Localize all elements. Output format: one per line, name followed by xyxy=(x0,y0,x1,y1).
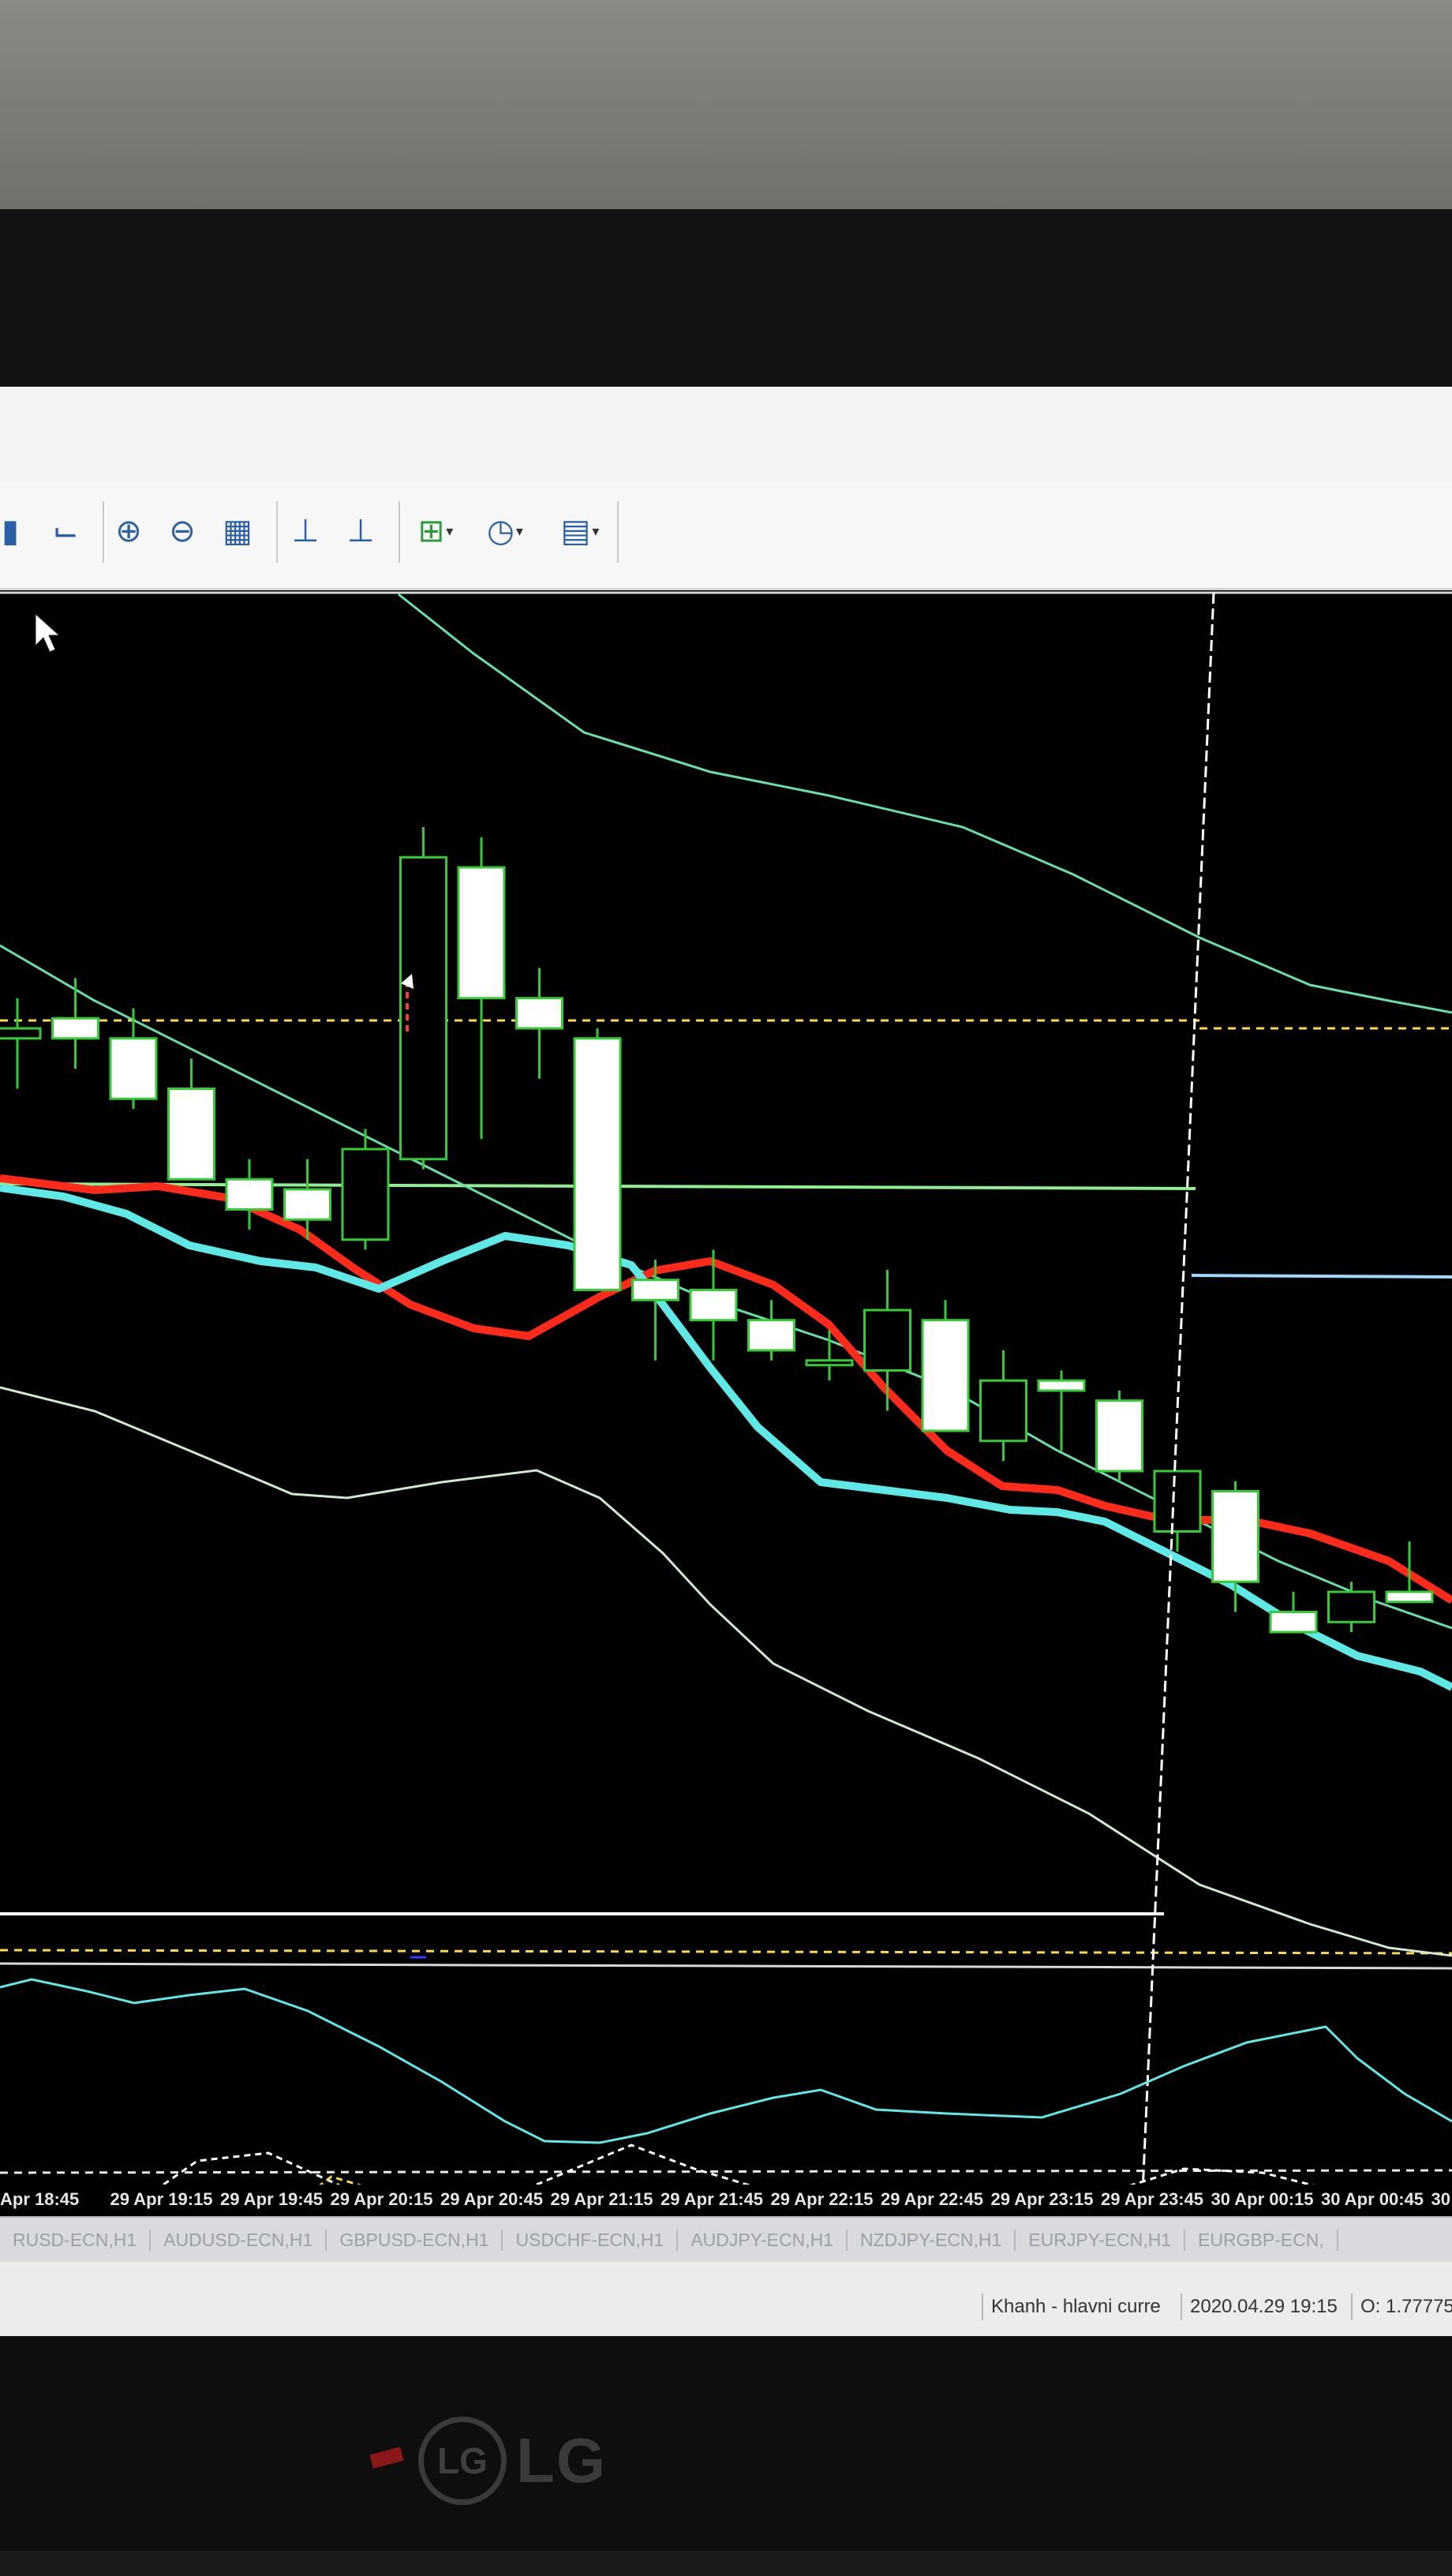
bearish-candle xyxy=(225,1178,274,1211)
bearish-candle xyxy=(921,1319,970,1432)
bullish-candle xyxy=(1327,1590,1375,1623)
bearish-candle xyxy=(167,1088,215,1181)
bearish-candle xyxy=(747,1319,795,1352)
bearish-candle xyxy=(283,1188,331,1221)
time-axis-label: 29 Apr 19:15 xyxy=(110,2189,213,2209)
time-axis-label: 29 Apr 19:45 xyxy=(220,2189,324,2209)
periods-clock-icon[interactable]: ◷ ▾ xyxy=(473,507,537,556)
lg-logo: LG LG xyxy=(418,2417,607,2505)
bearish-candle xyxy=(573,1037,622,1291)
status-bar: Khanh - hlavni curre 2020.04.29 19:15 O:… xyxy=(0,2262,1452,2336)
price-chart[interactable] xyxy=(0,590,1452,2244)
chart-background xyxy=(0,590,1452,2244)
monitor-bezel-bottom xyxy=(0,2336,1452,2576)
toolbar-separator xyxy=(276,501,278,563)
tab-audjpy[interactable]: AUDJPY-ECN,H1 xyxy=(678,2229,848,2251)
bearish-candle xyxy=(1385,1590,1434,1604)
bearish-candle xyxy=(1095,1399,1143,1473)
status-open-price: O: 1.77775 xyxy=(1351,2293,1452,2320)
tab-nzdjpy[interactable]: NZDJPY-ECN,H1 xyxy=(848,2229,1016,2251)
zoom-in-icon[interactable]: ⊕ xyxy=(104,507,153,556)
chart-shift-icon[interactable]: ⊥ xyxy=(281,507,330,556)
zoom-out-icon[interactable]: ⊖ xyxy=(158,507,207,556)
horizontal-level-right xyxy=(1191,1274,1452,1279)
toolbar-separator xyxy=(617,501,619,563)
autoscroll-icon[interactable]: ⊥ xyxy=(336,507,385,556)
bullish-candle xyxy=(341,1148,390,1241)
toolbar-separator xyxy=(399,501,400,563)
dropdown-arrow-icon: ▾ xyxy=(515,522,523,540)
symbol-tab-bar: RUSD-ECN,H1 AUDUSD-ECN,H1 GBPUSD-ECN,H1 … xyxy=(0,2216,1452,2262)
dropdown-arrow-icon: ▾ xyxy=(592,522,600,540)
bearish-candle xyxy=(515,997,563,1030)
monitor-screen: ▮ ⌙ ⊕ ⊖ ▦ ⊥ ⊥ ⊞ ▾ ◷ ▾ ▤ ▾ Apr 18:45 29 A… xyxy=(0,387,1452,2336)
tab-audusd[interactable]: AUDUSD-ECN,H1 xyxy=(151,2229,327,2251)
time-axis-label: 30 Apr 00:15 xyxy=(1211,2189,1314,2209)
bearish-candle xyxy=(689,1289,738,1322)
bullish-candle xyxy=(0,1027,42,1040)
status-profile: Khanh - hlavni curre xyxy=(982,2293,1169,2320)
lg-logo-circle-icon: LG xyxy=(418,2417,507,2505)
time-axis-label: 30 Ap xyxy=(1431,2189,1452,2209)
time-axis-label: 29 Apr 21:45 xyxy=(661,2189,764,2209)
templates-icon[interactable]: ▤ ▾ xyxy=(548,507,612,556)
wall-background xyxy=(0,0,1452,237)
indicators-icon[interactable]: ⊞ ▾ xyxy=(404,507,467,556)
time-axis: Apr 18:45 29 Apr 19:15 29 Apr 19:45 29 Apr … xyxy=(0,2185,1452,2216)
time-axis-label: 29 Apr 21:15 xyxy=(550,2189,653,2209)
tab-gbpusd-h1[interactable]: GBPUSD-ECN,H1 xyxy=(327,2229,503,2251)
bearish-candle xyxy=(631,1279,679,1301)
tab-eurgbp[interactable]: EURGBP-ECN, xyxy=(1185,2229,1338,2251)
chart-toolbar: ▮ ⌙ ⊕ ⊖ ▦ ⊥ ⊥ ⊞ ▾ ◷ ▾ ▤ ▾ xyxy=(0,481,1452,590)
bearish-candle xyxy=(457,866,506,1000)
time-axis-label: 29 Apr 23:45 xyxy=(1101,2189,1204,2209)
time-axis-label: 29 Apr 20:15 xyxy=(330,2189,433,2209)
time-axis-label: 29 Apr 20:45 xyxy=(440,2189,544,2209)
time-axis-label: 29 Apr 22:15 xyxy=(770,2189,874,2209)
bullish-candle xyxy=(805,1359,854,1367)
time-axis-label: Apr 18:45 xyxy=(0,2189,80,2209)
bearish-candle xyxy=(51,1017,99,1040)
tile-windows-icon[interactable]: ▦ xyxy=(213,507,262,556)
time-axis-label: 29 Apr 22:45 xyxy=(881,2189,984,2209)
window-titlebar xyxy=(0,387,1452,483)
bearish-candle xyxy=(1211,1490,1259,1583)
bearish-candle xyxy=(109,1037,158,1100)
bearish-candle xyxy=(1037,1379,1086,1392)
bullish-candle xyxy=(1153,1470,1202,1533)
tab-usdchf[interactable]: USDCHF-ECN,H1 xyxy=(503,2229,679,2251)
bullish-candle xyxy=(979,1379,1027,1443)
time-axis-label: 29 Apr 23:15 xyxy=(990,2189,1094,2209)
tab-gbpusd[interactable]: RUSD-ECN,H1 xyxy=(0,2229,152,2251)
time-axis-label: 30 Apr 00:45 xyxy=(1321,2189,1424,2209)
tab-eurjpy[interactable]: EURJPY-ECN,H1 xyxy=(1016,2229,1185,2251)
monitor-bezel-top xyxy=(0,209,1452,391)
dropdown-arrow-icon: ▾ xyxy=(446,522,454,540)
desk-strip xyxy=(0,2551,1452,2576)
bearish-candle xyxy=(1269,1611,1318,1634)
bullish-candle xyxy=(863,1309,911,1372)
lg-brand-text: LG xyxy=(516,2425,608,2496)
line-chart-icon[interactable]: ⌙ xyxy=(41,507,90,556)
bar-chart-icon[interactable]: ▮ xyxy=(0,507,35,556)
status-datetime: 2020.04.29 19:15 xyxy=(1181,2293,1345,2320)
